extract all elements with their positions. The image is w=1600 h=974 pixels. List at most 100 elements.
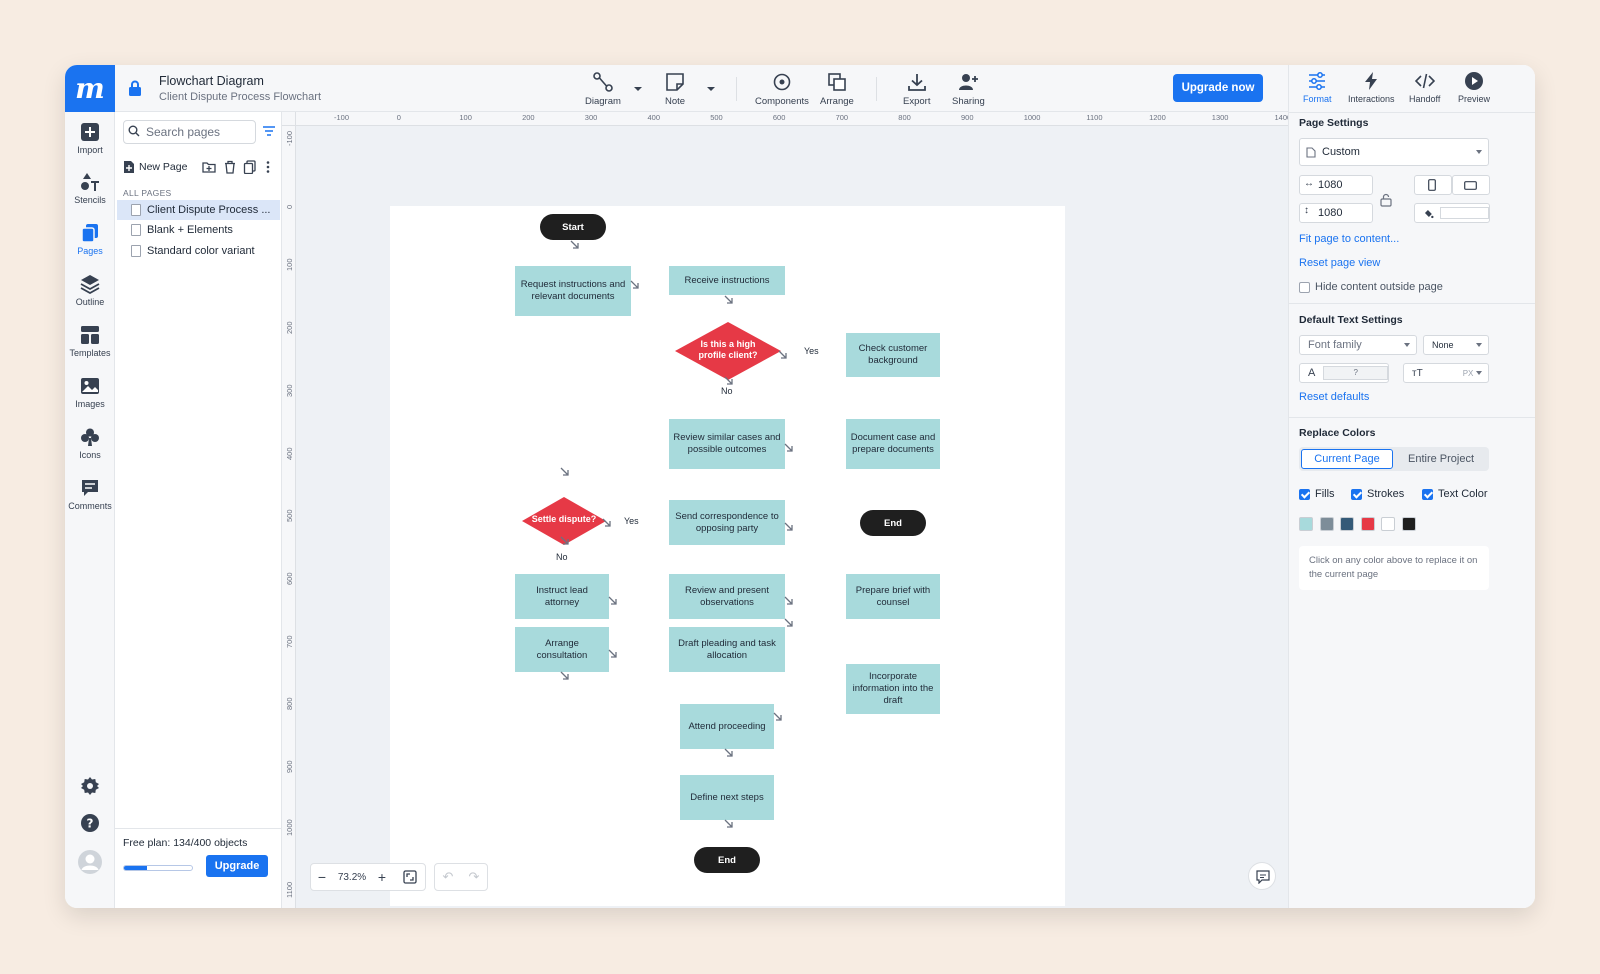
fills-checkbox[interactable]: Fills — [1299, 488, 1335, 500]
chevron-down-icon[interactable] — [706, 85, 716, 93]
color-swatch[interactable] — [1319, 517, 1334, 531]
arrow-icon[interactable] — [784, 618, 794, 628]
horizontal-ruler[interactable]: -100 0 100 200 300 400 500 600 700 800 900 1000 1100… — [296, 112, 1291, 126]
export-tool-button[interactable]: Export — [903, 71, 930, 107]
document-subtitle[interactable]: Client Dispute Process Flowchart — [159, 91, 321, 103]
flow-step[interactable]: Send correspondence to opposing party — [669, 500, 785, 545]
color-swatch[interactable] — [1360, 517, 1375, 531]
landscape-button[interactable] — [1452, 175, 1490, 195]
font-family-select[interactable]: Font family — [1299, 335, 1417, 355]
flow-step[interactable]: Define next steps — [680, 775, 774, 820]
flow-step[interactable]: Receive instructions — [669, 266, 785, 295]
more-options-icon[interactable] — [261, 160, 275, 174]
page-list-item[interactable]: Standard color variant — [117, 241, 280, 261]
tab-current-page[interactable]: Current Page — [1301, 449, 1393, 469]
flow-step[interactable]: Arrange consultation — [515, 627, 609, 672]
end-terminal[interactable]: End — [860, 510, 926, 536]
vertical-ruler[interactable]: -100 0 100 200 300 400 500 600 700 800 900 1000 1100 — [282, 126, 296, 908]
note-tool-button[interactable]: Note — [664, 71, 686, 107]
unlock-icon[interactable] — [1380, 193, 1392, 207]
reset-page-view-link[interactable]: Reset page view — [1299, 257, 1380, 269]
page-size-select[interactable]: Custom — [1299, 138, 1489, 166]
filter-icon[interactable] — [263, 126, 275, 138]
document-title[interactable]: Flowchart Diagram — [159, 74, 264, 88]
arrow-icon[interactable] — [630, 280, 640, 290]
arrow-icon[interactable] — [724, 819, 734, 829]
flow-step[interactable]: Document case and prepare documents — [846, 419, 940, 469]
page-list-item[interactable]: Blank + Elements — [117, 220, 280, 240]
arrow-icon[interactable] — [570, 240, 580, 250]
page-fill-picker[interactable] — [1414, 203, 1490, 223]
rail-item-comments[interactable]: Comments — [65, 478, 115, 511]
arrow-icon[interactable] — [784, 522, 794, 532]
flow-step[interactable]: Check customer background — [846, 333, 940, 377]
fit-screen-icon[interactable] — [403, 870, 417, 884]
color-swatch[interactable] — [1381, 517, 1395, 531]
zoom-out-button[interactable]: − — [311, 869, 333, 885]
color-swatch[interactable] — [1340, 517, 1354, 531]
arrow-icon[interactable] — [784, 443, 794, 453]
arrange-tool-button[interactable]: Arrange — [820, 71, 854, 107]
rail-item-stencils[interactable]: Stencils — [65, 172, 115, 205]
handoff-tab[interactable]: Handoff — [1409, 71, 1440, 104]
new-page-button[interactable]: New Page — [123, 160, 187, 174]
flow-step[interactable]: Incorporate information into the draft — [846, 664, 940, 714]
end-terminal[interactable]: End — [694, 847, 760, 873]
arrow-icon[interactable] — [778, 350, 788, 360]
components-tool-button[interactable]: Components — [755, 71, 809, 107]
canvas[interactable]: Start Request instructions and relevant … — [296, 126, 1288, 908]
portrait-button[interactable] — [1414, 175, 1452, 195]
interactions-tab[interactable]: Interactions — [1348, 71, 1395, 104]
help-icon[interactable]: ? — [80, 813, 100, 833]
rail-item-images[interactable]: Images — [65, 376, 115, 409]
hide-outside-checkbox[interactable]: Hide content outside page — [1299, 281, 1443, 293]
arrow-icon[interactable] — [560, 671, 570, 681]
format-tab[interactable]: Format — [1303, 71, 1332, 104]
flow-step[interactable]: Review and present observations — [669, 574, 785, 619]
gear-icon[interactable] — [80, 776, 100, 796]
rail-item-outline[interactable]: Outline — [65, 274, 115, 307]
arrow-icon[interactable] — [724, 295, 734, 305]
tab-entire-project[interactable]: Entire Project — [1395, 449, 1487, 469]
arrow-icon[interactable] — [608, 649, 618, 659]
arrow-icon[interactable] — [560, 536, 570, 546]
duplicate-icon[interactable] — [243, 160, 257, 174]
arrow-icon[interactable] — [608, 596, 618, 606]
flow-step[interactable]: Review similar cases and possible outcom… — [669, 419, 785, 469]
arrow-icon[interactable] — [724, 376, 734, 386]
page-list-item[interactable]: Client Dispute Process ... — [117, 200, 280, 220]
arrow-icon[interactable] — [724, 748, 734, 758]
rail-item-import[interactable]: Import — [65, 122, 115, 155]
sharing-tool-button[interactable]: Sharing — [952, 71, 985, 107]
font-size-input[interactable]: тT PX — [1403, 363, 1489, 383]
diagram-page[interactable]: Start Request instructions and relevant … — [390, 206, 1065, 906]
upgrade-button[interactable]: Upgrade — [206, 855, 268, 877]
arrow-icon[interactable] — [560, 467, 570, 477]
color-swatch[interactable] — [1299, 517, 1313, 531]
text-style-select[interactable]: None — [1423, 335, 1489, 355]
font-color-field[interactable]: A ? — [1299, 363, 1389, 383]
fit-page-link[interactable]: Fit page to content... — [1299, 233, 1399, 245]
page-height-input[interactable]: 1080 — [1299, 203, 1373, 223]
arrow-icon[interactable] — [773, 712, 783, 722]
trash-icon[interactable] — [223, 160, 237, 174]
flow-step[interactable]: Instruct lead attorney — [515, 574, 609, 619]
color-swatch[interactable] — [1401, 517, 1416, 531]
upgrade-now-button[interactable]: Upgrade now — [1173, 74, 1263, 102]
diagram-tool-button[interactable]: Diagram — [585, 71, 621, 107]
reset-defaults-link[interactable]: Reset defaults — [1299, 391, 1369, 403]
flow-step[interactable]: Request instructions and relevant docume… — [515, 266, 631, 316]
strokes-checkbox[interactable]: Strokes — [1351, 488, 1404, 500]
lock-icon[interactable] — [128, 80, 142, 96]
flow-step[interactable]: Attend proceeding — [680, 704, 774, 749]
rail-item-pages[interactable]: Pages — [65, 223, 115, 256]
start-terminal[interactable]: Start — [540, 214, 606, 240]
arrow-icon[interactable] — [784, 596, 794, 606]
search-input[interactable]: Search pages — [123, 120, 256, 144]
flow-step[interactable]: Prepare brief with counsel — [846, 574, 940, 619]
rail-item-templates[interactable]: Templates — [65, 325, 115, 358]
chat-button[interactable] — [1248, 862, 1276, 890]
redo-icon[interactable]: ↷ — [469, 869, 480, 885]
logo[interactable]: m — [65, 65, 115, 112]
add-folder-icon[interactable] — [202, 160, 216, 174]
